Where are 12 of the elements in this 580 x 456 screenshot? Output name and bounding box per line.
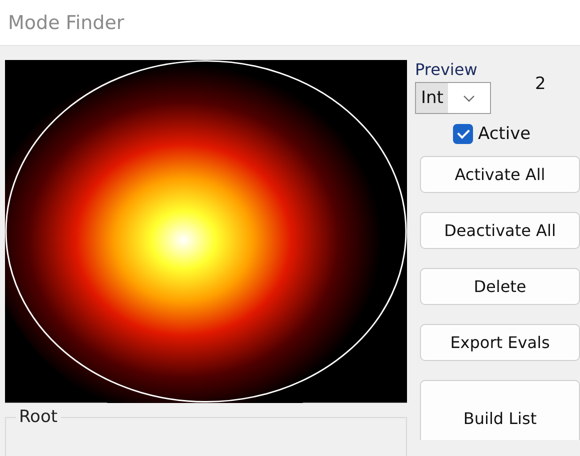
- window-title: Mode Finder: [8, 12, 124, 34]
- checkbox-label: Active: [478, 124, 531, 144]
- action-button[interactable]: Export Evals: [420, 324, 580, 361]
- chevron-down-icon: [463, 94, 476, 102]
- preview-label: Preview: [415, 60, 478, 79]
- action-button[interactable]: Build List: [420, 380, 580, 440]
- action-button[interactable]: Activate All: [420, 156, 580, 193]
- action-button[interactable]: Delete: [420, 268, 580, 305]
- mode-count: 2: [535, 74, 546, 94]
- active-checkbox[interactable]: [453, 124, 473, 144]
- action-button[interactable]: Deactivate All: [420, 212, 580, 249]
- mode-dropdown[interactable]: Int: [415, 82, 491, 114]
